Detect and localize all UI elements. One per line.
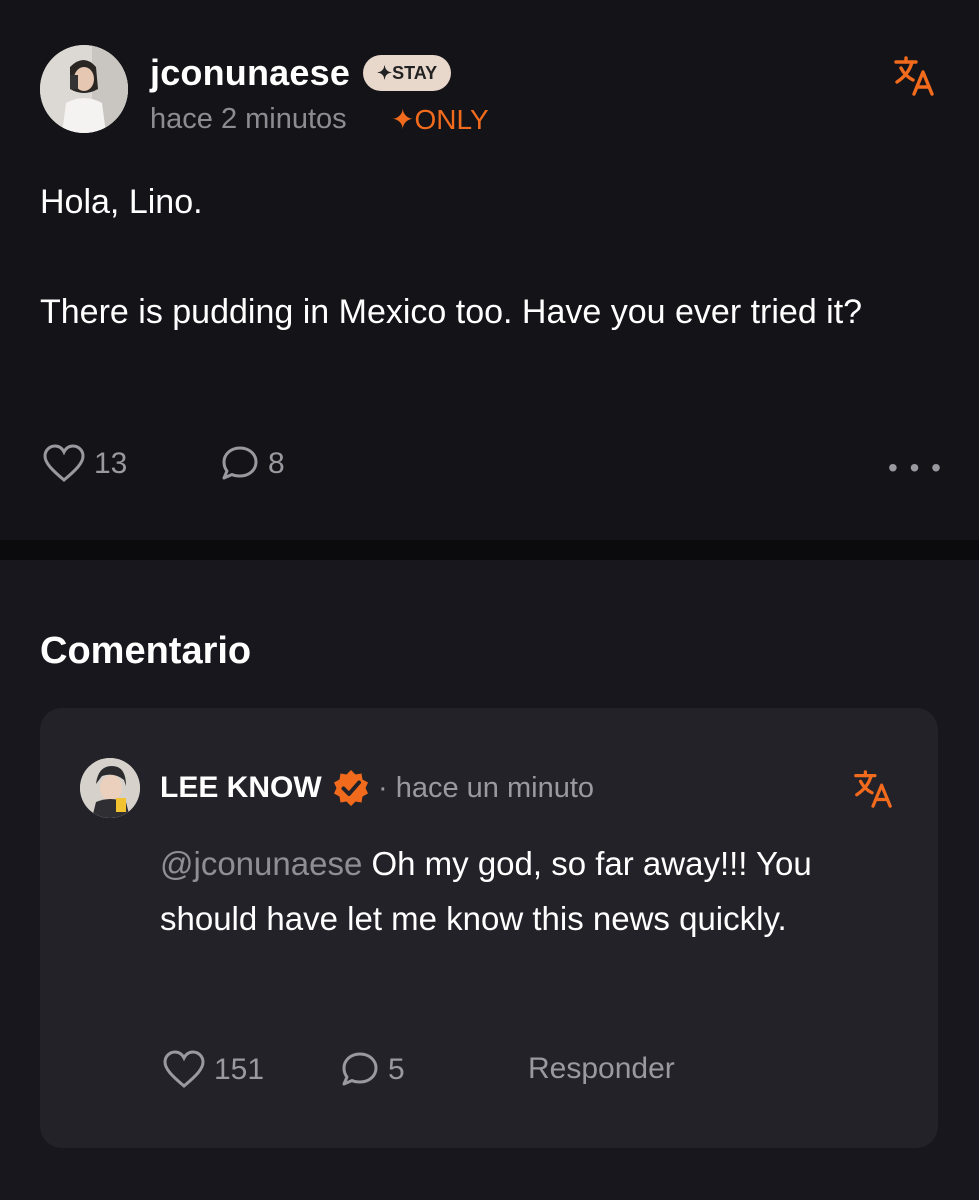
mention-link[interactable]: @jconunaese xyxy=(160,845,362,882)
section-divider xyxy=(0,540,979,560)
author-username[interactable]: jconunaese xyxy=(150,52,350,94)
comment-button[interactable]: 8 xyxy=(220,444,285,484)
post-timestamp: hace 2 minutos xyxy=(150,103,347,135)
post-body: Hola, Lino. There is pudding in Mexico t… xyxy=(40,183,863,331)
comments-title: Comentario xyxy=(40,630,252,672)
comment-body: @jconunaese Oh my god, so far away!!! Yo… xyxy=(160,836,860,946)
comment-like-button[interactable]: 151 xyxy=(162,1050,264,1090)
author-avatar[interactable] xyxy=(40,45,128,133)
more-options-icon[interactable]: • • • xyxy=(888,452,943,484)
comment-timestamp: · hace un minuto xyxy=(378,772,595,804)
comment-bubble-icon xyxy=(342,1052,378,1086)
like-button[interactable]: 13 xyxy=(42,444,127,484)
stay-badge: ✦STAY xyxy=(363,55,452,91)
comment-reply-count-button[interactable]: 5 xyxy=(340,1050,405,1090)
translate-icon[interactable] xyxy=(892,54,936,98)
comment-like-count: 151 xyxy=(214,1053,265,1086)
translate-icon[interactable] xyxy=(852,768,894,810)
commenter-name[interactable]: LEE KNOW xyxy=(160,771,322,805)
post-card: jconunaese ✦STAY hace 2 minutos ✦ONLY Ho… xyxy=(0,0,979,540)
like-count: 13 xyxy=(94,447,128,480)
only-label: ✦ONLY xyxy=(391,104,489,135)
reply-button[interactable]: Responder xyxy=(528,1052,675,1086)
heart-icon xyxy=(43,444,85,482)
avatar-image xyxy=(40,45,128,133)
commenter-avatar[interactable] xyxy=(80,758,140,818)
verified-badge-icon xyxy=(334,770,368,806)
avatar-image xyxy=(80,758,140,818)
comment-reply-count: 5 xyxy=(388,1053,405,1086)
heart-icon xyxy=(163,1050,205,1088)
comment-count: 8 xyxy=(268,447,285,480)
comment-bubble-icon xyxy=(222,446,258,480)
